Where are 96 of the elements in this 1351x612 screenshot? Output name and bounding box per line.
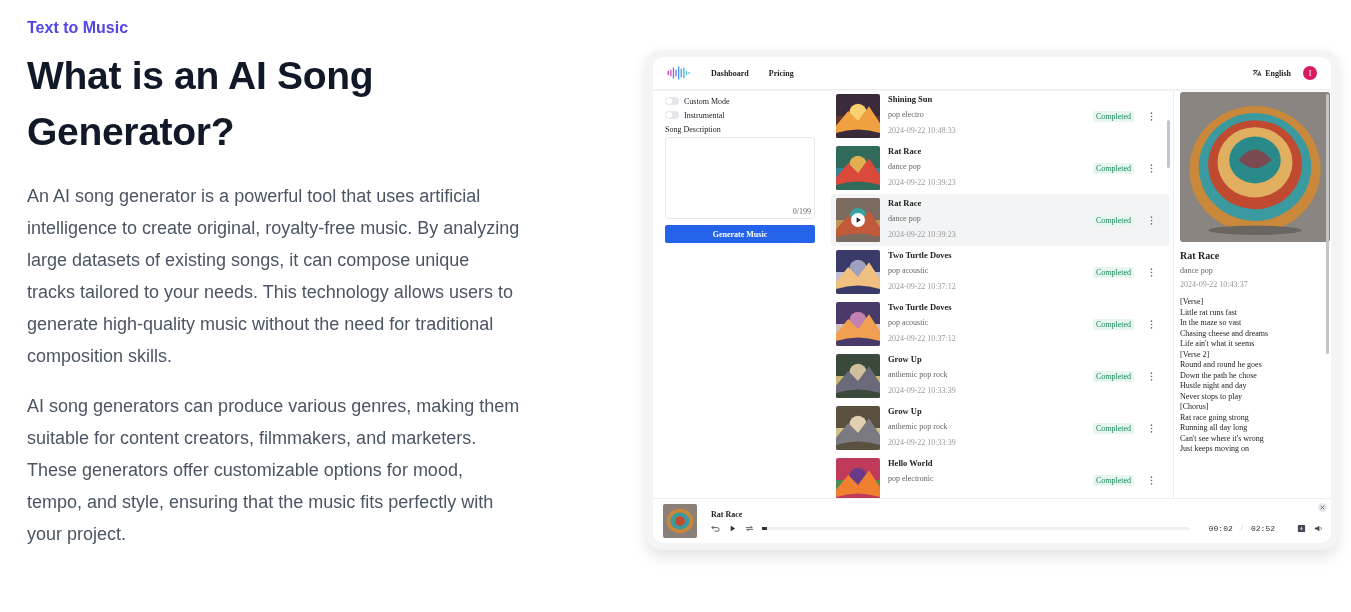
more-options-icon[interactable] [1150, 163, 1153, 173]
time-separator: / [1240, 523, 1243, 533]
toggle-switch[interactable] [665, 111, 679, 119]
toggle-switch[interactable] [665, 97, 679, 105]
song-title: Rat Race [888, 198, 923, 208]
song-title: Two Turtle Doves [888, 250, 953, 260]
volume-icon[interactable] [1314, 523, 1323, 533]
language-selector[interactable]: English [1265, 68, 1291, 78]
play-icon[interactable] [851, 213, 865, 227]
song-genre: dance pop [1180, 266, 1214, 275]
user-avatar[interactable]: I [1303, 66, 1317, 80]
play-icon[interactable] [728, 523, 737, 533]
song-date: 2024-09-22 10:39:23 [888, 230, 957, 240]
close-icon[interactable] [1318, 503, 1327, 512]
lyric-line: Hustle night and day [1180, 381, 1248, 392]
song-genre: anthemic pop rock [888, 370, 949, 380]
lyric-line: Chasing cheese and dreams [1180, 328, 1270, 339]
lyric-line: Life ain't what it seems [1180, 339, 1256, 350]
song-row[interactable]: Hello World pop electronic Completed [831, 454, 1169, 498]
generate-button[interactable]: Generate Music [665, 225, 815, 243]
status-badge: Completed [1092, 370, 1134, 382]
lyric-line: Rat race going strong [1180, 412, 1250, 423]
song-title: Shining Sun [888, 94, 934, 104]
status-badge: Completed [1092, 422, 1134, 434]
song-genre: pop acoustic [888, 318, 930, 328]
paragraph: An AI song generator is a powerful tool that uses artificial intelligence to create original, royalty-free music. By analyzing large datasets of existing songs, it can compose unique tracks tailored to your needs. This technology allows users to generate high-quality music without the need for traditional composition skills. [27, 185, 521, 368]
song-genre: dance pop [888, 162, 922, 172]
scrollbar[interactable] [1167, 120, 1170, 168]
song-date: 2024-09-22 10:33:39 [888, 386, 957, 396]
lyric-line: Round and round he goes [1180, 360, 1263, 371]
lyric-line: Never stops to play [1180, 391, 1243, 402]
song-date: 2024-09-22 10:37:12 [888, 334, 957, 344]
song-genre: pop acoustic [888, 266, 930, 276]
song-date: 2024-09-22 10:33:39 [888, 438, 957, 448]
heading: What is an AI Song Generator? [27, 53, 375, 155]
more-options-icon[interactable] [1150, 267, 1153, 277]
lyric-line: In the maze so vast [1180, 318, 1243, 329]
more-options-icon[interactable] [1150, 111, 1153, 121]
status-badge: Completed [1092, 318, 1134, 330]
more-options-icon[interactable] [1150, 319, 1153, 329]
download-icon[interactable] [1297, 523, 1306, 533]
song-date: 2024-09-22 10:39:23 [888, 178, 957, 188]
more-options-icon[interactable] [1150, 215, 1153, 225]
character-counter: 0/199 [792, 207, 811, 216]
more-options-icon[interactable] [1150, 423, 1153, 433]
lyric-line: [Verse 2] [1180, 349, 1211, 360]
nav-link[interactable]: Dashboard [711, 68, 749, 78]
lyric-line: Just keeps moving on [1180, 444, 1251, 455]
status-badge: Completed [1092, 110, 1134, 122]
lyric-line: [Chorus] [1180, 402, 1210, 413]
song-title: Hello World [888, 458, 934, 468]
toggle-label: Custom Mode [684, 96, 730, 106]
lyric-line: Can't see where it's wrong [1180, 433, 1265, 444]
song-genre: pop electro [888, 110, 925, 120]
song-genre: dance pop [888, 214, 922, 224]
song-date: 2024-09-22 10:43:37 [1180, 280, 1249, 289]
lyric-line: Little rat runs fast [1180, 307, 1239, 318]
song-date: 2024-09-22 10:37:12 [888, 282, 957, 292]
song-row[interactable]: Rat Race dance pop 2024-09-22 10:39:23 Completed [831, 194, 1169, 246]
song-genre: anthemic pop rock [888, 422, 949, 432]
song-title: Two Turtle Doves [888, 302, 953, 312]
track-title: Rat Race [711, 509, 744, 519]
song-title: Grow Up [888, 406, 923, 416]
status-badge: Completed [1092, 266, 1134, 278]
toggle-label: Instrumental [684, 110, 725, 120]
elapsed-time: 00:02 [1208, 523, 1233, 533]
status-badge: Completed [1092, 162, 1134, 174]
more-options-icon[interactable] [1150, 371, 1153, 381]
status-badge: Completed [1092, 474, 1134, 486]
repeat-icon[interactable] [745, 523, 754, 533]
field-label: Song Description [665, 124, 722, 135]
description-field[interactable]: 0/199 [665, 137, 815, 219]
duration: 02:52 [1251, 523, 1275, 533]
song-date: 2024-09-22 10:48:33 [888, 126, 957, 136]
song-genre: pop electronic [888, 474, 935, 484]
sound-wave-logo-icon [665, 66, 691, 80]
scrollbar[interactable] [1326, 94, 1329, 354]
lyric-line: Running all day long [1180, 423, 1249, 434]
translate-icon[interactable] [1252, 69, 1263, 77]
song-row[interactable]: Shining Sun pop electro 2024-09-22 10:48:33 Completed [831, 90, 1169, 142]
nav-link[interactable]: Pricing [768, 68, 794, 78]
more-options-icon[interactable] [1150, 475, 1153, 485]
section-label: Text to Music [27, 18, 130, 38]
song-title: Rat Race [888, 146, 923, 156]
song-title: Grow Up [888, 354, 923, 364]
song-row[interactable]: Grow Up anthemic pop rock 2024-09-22 10:33:39 Completed [831, 350, 1169, 402]
song-row[interactable]: Rat Race dance pop 2024-09-22 10:39:23 Completed [831, 142, 1169, 194]
song-row[interactable]: Two Turtle Doves pop acoustic 2024-09-22 10:37:12 Completed [831, 246, 1169, 298]
paragraph: AI song generators can produce various genres, making them suitable for content creators, filmmakers, and marketers. These generators offer customizable options for mood, tempo, and style, ensuring that the music fits perfectly with your project. [27, 395, 521, 546]
song-title: Rat Race [1180, 250, 1221, 261]
song-row[interactable]: Two Turtle Doves pop acoustic 2024-09-22 10:37:12 Completed [831, 298, 1169, 350]
status-badge: Completed [1092, 214, 1134, 226]
lyric-line: [Verse] [1180, 297, 1205, 308]
lyric-line: Down the path he chose [1180, 370, 1258, 381]
song-row[interactable]: Grow Up anthemic pop rock 2024-09-22 10:33:39 Completed [831, 402, 1169, 454]
rewind-icon[interactable] [711, 523, 720, 533]
